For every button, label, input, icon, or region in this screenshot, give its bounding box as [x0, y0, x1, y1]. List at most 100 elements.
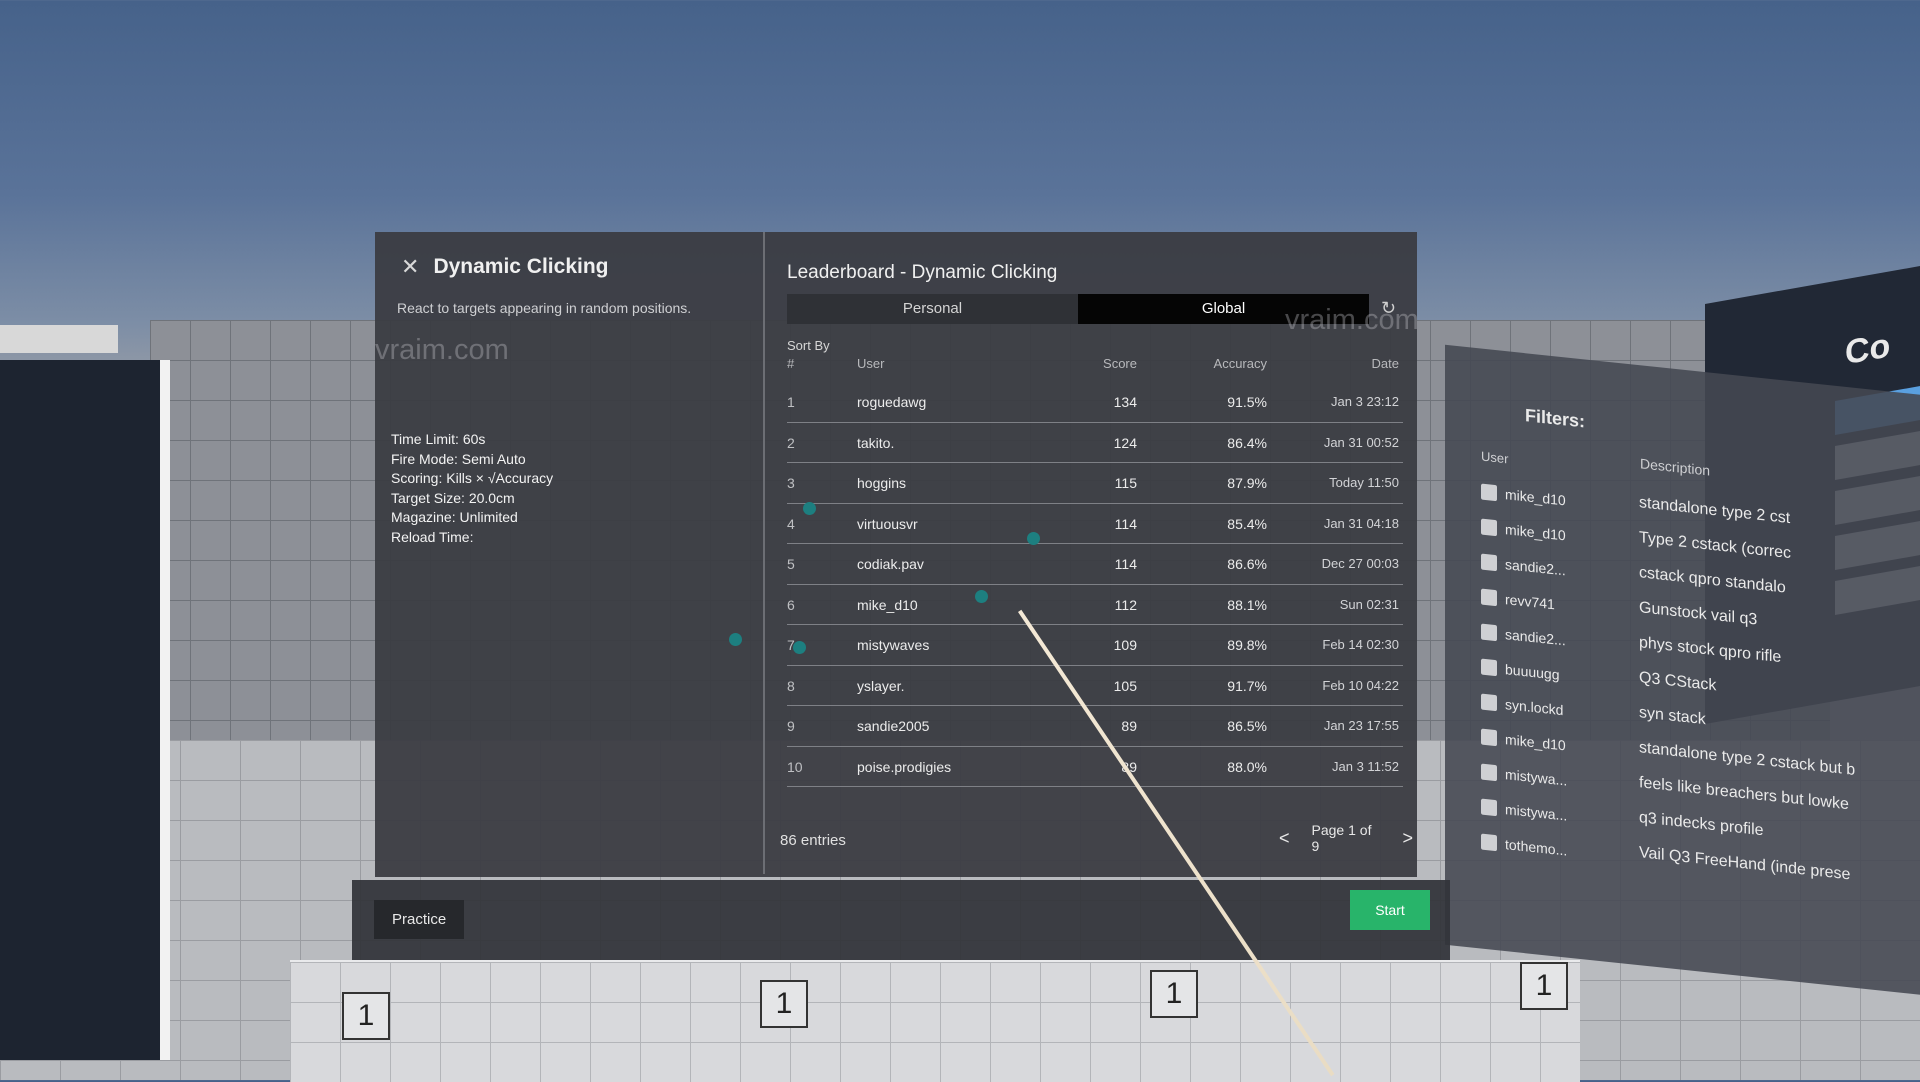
leaderboard-tabs: Personal Global — [787, 294, 1369, 324]
column-rank[interactable]: # — [787, 356, 794, 371]
row-rank: 8 — [787, 677, 795, 694]
weapon-pedestal: 1 1 1 1 — [290, 960, 1580, 1082]
row-score: 134 — [1113, 394, 1137, 410]
row-accuracy: 91.5% — [1227, 394, 1267, 410]
leaderboard-row[interactable]: 2 takito. 124 86.4% Jan 31 00:52 — [787, 423, 1403, 463]
leaderboard-row[interactable]: 10 poise.prodigies 89 88.0% Jan 3 11:52 — [787, 747, 1403, 787]
challenge-panel: ✕ Dynamic Clicking React to targets appe… — [375, 232, 1419, 877]
pagination: < Page 1 of 9 > — [1275, 822, 1417, 854]
challenge-description: React to targets appearing in random pos… — [397, 300, 692, 316]
watermark: vraim.com — [1285, 304, 1419, 336]
column-date[interactable]: Date — [1277, 356, 1399, 371]
column-score[interactable]: Score — [1087, 356, 1137, 371]
row-user: takito. — [857, 434, 895, 451]
close-icon[interactable]: ✕ — [401, 254, 419, 280]
target-dot[interactable] — [729, 633, 742, 646]
column-user[interactable]: User — [857, 356, 884, 371]
filters-panel: Filters: User Description mike_d10 standa… — [1445, 344, 1920, 996]
row-date: Feb 10 04:22 — [1322, 677, 1399, 693]
filters-title: Filters: — [1525, 405, 1586, 432]
filters-user-header: User — [1481, 448, 1509, 467]
row-accuracy: 86.6% — [1227, 556, 1267, 572]
pedestal-number: 1 — [760, 980, 808, 1028]
action-bar: Practice Start — [352, 880, 1450, 960]
leaderboard-row[interactable]: 3 hoggins 115 87.9% Today 11:50 — [787, 463, 1403, 504]
leaderboard-row[interactable]: 4 virtuousvr 114 85.4% Jan 31 04:18 — [787, 504, 1403, 544]
row-accuracy: 88.0% — [1227, 758, 1267, 775]
avatar-icon — [1481, 588, 1497, 607]
row-user: yslayer. — [857, 677, 905, 694]
row-accuracy: 88.1% — [1227, 596, 1267, 613]
avatar-icon — [1481, 553, 1497, 572]
row-accuracy: 89.8% — [1227, 637, 1267, 653]
setting-magazine: Magazine: Unlimited — [391, 509, 518, 525]
avatar-icon — [1481, 658, 1497, 677]
filter-description: standalone type 2 cst — [1639, 494, 1791, 528]
row-score: 109 — [1113, 637, 1137, 653]
leaderboard-row[interactable]: 7 mistywaves 109 89.8% Feb 14 02:30 — [787, 625, 1403, 666]
setting-reload-time: Reload Time: — [391, 528, 474, 545]
row-user: poise.prodigies — [857, 758, 952, 775]
avatar-icon — [1481, 483, 1497, 502]
config-panel-title: Co — [1845, 326, 1891, 373]
filters-description-header: Description — [1640, 455, 1711, 479]
row-rank: 9 — [787, 718, 795, 734]
tab-personal[interactable]: Personal — [787, 294, 1078, 324]
avatar-icon — [1481, 623, 1497, 642]
setting-time-limit: Time Limit: 60s — [391, 431, 486, 447]
column-accuracy[interactable]: Accuracy — [1197, 356, 1267, 371]
row-user: roguedawg — [857, 394, 927, 410]
row-user: virtuousvr — [857, 515, 918, 532]
leaderboard-row[interactable]: 5 codiak.pav 114 86.6% Dec 27 00:03 — [787, 544, 1403, 585]
row-accuracy: 87.9% — [1227, 475, 1267, 491]
row-date: Today 11:50 — [1329, 475, 1399, 490]
target-dot[interactable] — [975, 590, 988, 603]
challenge-title: Dynamic Clicking — [433, 255, 609, 278]
row-date: Jan 31 04:18 — [1323, 515, 1399, 531]
row-score: 124 — [1113, 434, 1137, 451]
row-accuracy: 86.4% — [1227, 434, 1267, 451]
row-rank: 6 — [787, 596, 795, 613]
avatar-icon — [1481, 518, 1497, 537]
row-date: Dec 27 00:03 — [1321, 556, 1399, 571]
row-rank: 10 — [787, 758, 803, 775]
leaderboard-row[interactable]: 6 mike_d10 112 88.1% Sun 02:31 — [787, 585, 1403, 625]
prev-page-icon[interactable]: < — [1275, 826, 1294, 851]
row-user: mike_d10 — [857, 596, 918, 613]
sort-by-label: Sort By — [787, 338, 830, 353]
practice-button[interactable]: Practice — [374, 900, 465, 939]
row-score: 112 — [1114, 596, 1137, 613]
target-dot[interactable] — [793, 641, 806, 654]
row-rank: 1 — [787, 394, 795, 410]
row-date: Jan 31 00:52 — [1323, 434, 1399, 450]
row-accuracy: 85.4% — [1227, 515, 1267, 532]
avatar-icon — [1481, 728, 1497, 747]
row-accuracy: 86.5% — [1227, 718, 1267, 734]
setting-target-size: Target Size: 20.0cm — [391, 489, 515, 506]
row-date: Jan 23 17:55 — [1323, 718, 1399, 733]
row-user: mistywaves — [857, 637, 930, 653]
leaderboard-row[interactable]: 1 roguedawg 134 91.5% Jan 3 23:12 — [787, 382, 1403, 423]
row-user: sandie2005 — [857, 718, 930, 734]
row-score: 105 — [1113, 677, 1137, 694]
row-score: 114 — [1114, 556, 1137, 572]
challenge-settings: Time Limit: 60s Fire Mode: Semi Auto Sco… — [391, 430, 553, 547]
leaderboard-header: # User Score Accuracy Date — [787, 356, 1403, 376]
pedestal-number: 1 — [1520, 962, 1568, 1010]
entries-count: 86 entries — [780, 832, 846, 849]
leaderboard-row[interactable]: 8 yslayer. 105 91.7% Feb 10 04:22 — [787, 666, 1403, 706]
left-dark-panel — [0, 360, 170, 1060]
target-dot[interactable] — [803, 502, 816, 515]
page-indicator: Page 1 of 9 — [1311, 822, 1372, 854]
filter-user: mike_d10 — [1481, 483, 1631, 516]
left-panel-frame — [0, 325, 118, 353]
target-dot[interactable] — [1027, 532, 1040, 545]
row-rank: 3 — [787, 475, 795, 491]
next-page-icon[interactable]: > — [1398, 826, 1417, 851]
watermark: vraim.com — [375, 334, 509, 366]
row-user: codiak.pav — [857, 556, 924, 572]
start-button[interactable]: Start — [1350, 890, 1430, 930]
leaderboard-title: Leaderboard - Dynamic Clicking — [787, 262, 1058, 283]
row-date: Jan 3 23:12 — [1331, 394, 1399, 409]
row-date: Jan 3 11:52 — [1332, 758, 1399, 774]
